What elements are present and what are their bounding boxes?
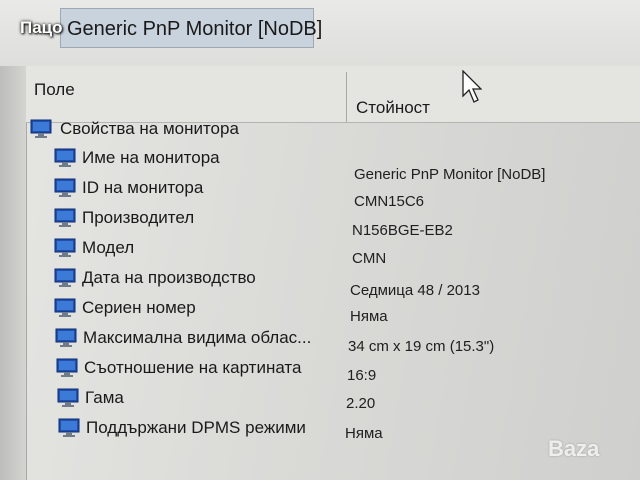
device-title-selected[interactable]: Generic PnP Monitor [NoDB] bbox=[60, 8, 322, 48]
tree-group-label: Свойства на монитора bbox=[60, 119, 239, 138]
property-row[interactable]: Максимална видима облас... bbox=[55, 326, 345, 350]
property-label: Максимална видима облас... bbox=[83, 328, 312, 347]
property-value: 16:9 bbox=[347, 367, 377, 384]
monitor-icon bbox=[30, 119, 52, 138]
column-header-value[interactable]: Стойност bbox=[356, 98, 430, 118]
property-value: Generic PnP Monitor [NoDB] bbox=[354, 166, 546, 183]
property-row[interactable]: Гама bbox=[57, 386, 347, 410]
property-row[interactable]: ID на монитора bbox=[54, 176, 344, 200]
property-label: Дата на производство bbox=[82, 268, 256, 287]
left-panel-edge bbox=[0, 66, 27, 480]
property-row[interactable]: Сериен номер bbox=[54, 296, 344, 320]
property-value: N156BGE-EB2 bbox=[352, 222, 453, 239]
monitor-icon bbox=[55, 328, 77, 347]
monitor-icon bbox=[54, 148, 76, 167]
monitor-icon bbox=[54, 268, 76, 287]
property-value: Няма bbox=[345, 425, 383, 442]
property-value: CMN bbox=[352, 250, 387, 267]
property-row[interactable]: Производител bbox=[54, 206, 344, 230]
property-label: ID на монитора bbox=[82, 178, 204, 197]
property-value: 34 cm x 19 cm (15.3") bbox=[348, 338, 495, 355]
property-label: Модел bbox=[82, 238, 135, 257]
property-label: Сериен номер bbox=[82, 298, 196, 317]
screen: Generic PnP Monitor [NoDB] Пацо Поле Сто… bbox=[0, 0, 640, 480]
property-value: Седмица 48 / 2013 bbox=[350, 282, 480, 299]
device-title-bar: Generic PnP Monitor [NoDB] bbox=[0, 0, 640, 67]
owner-overlay-text: Пацо bbox=[20, 18, 63, 37]
column-header-field[interactable]: Поле bbox=[34, 80, 75, 100]
property-label: Име на монитора bbox=[82, 148, 220, 167]
column-separator[interactable] bbox=[346, 72, 347, 122]
property-value: 2.20 bbox=[346, 395, 376, 412]
monitor-icon bbox=[54, 238, 76, 257]
monitor-icon bbox=[54, 298, 76, 317]
monitor-icon bbox=[58, 418, 80, 437]
device-title: Generic PnP Monitor [NoDB] bbox=[67, 18, 323, 40]
property-value: CMN15C6 bbox=[354, 193, 425, 210]
property-label: Съотношение на картината bbox=[84, 358, 302, 377]
property-label: Производител bbox=[82, 208, 195, 227]
tree-group-monitor-properties[interactable]: Свойства на монитора bbox=[30, 117, 330, 141]
monitor-icon bbox=[54, 208, 76, 227]
property-row[interactable]: Име на монитора bbox=[54, 146, 344, 170]
watermark-text: Baza bbox=[548, 436, 600, 461]
property-value: Няма bbox=[350, 308, 388, 325]
property-row[interactable]: Модел bbox=[54, 236, 344, 260]
property-row[interactable]: Съотношение на картината bbox=[56, 356, 346, 380]
property-row[interactable]: Поддържани DPMS режими bbox=[58, 416, 348, 440]
property-label: Гама bbox=[85, 388, 124, 407]
monitor-icon bbox=[54, 178, 76, 197]
monitor-icon bbox=[56, 358, 78, 377]
monitor-icon bbox=[57, 388, 79, 407]
property-row[interactable]: Дата на производство bbox=[54, 266, 344, 290]
column-header-row bbox=[26, 66, 640, 123]
mouse-cursor-icon bbox=[462, 70, 482, 103]
property-label: Поддържани DPMS режими bbox=[86, 418, 306, 437]
